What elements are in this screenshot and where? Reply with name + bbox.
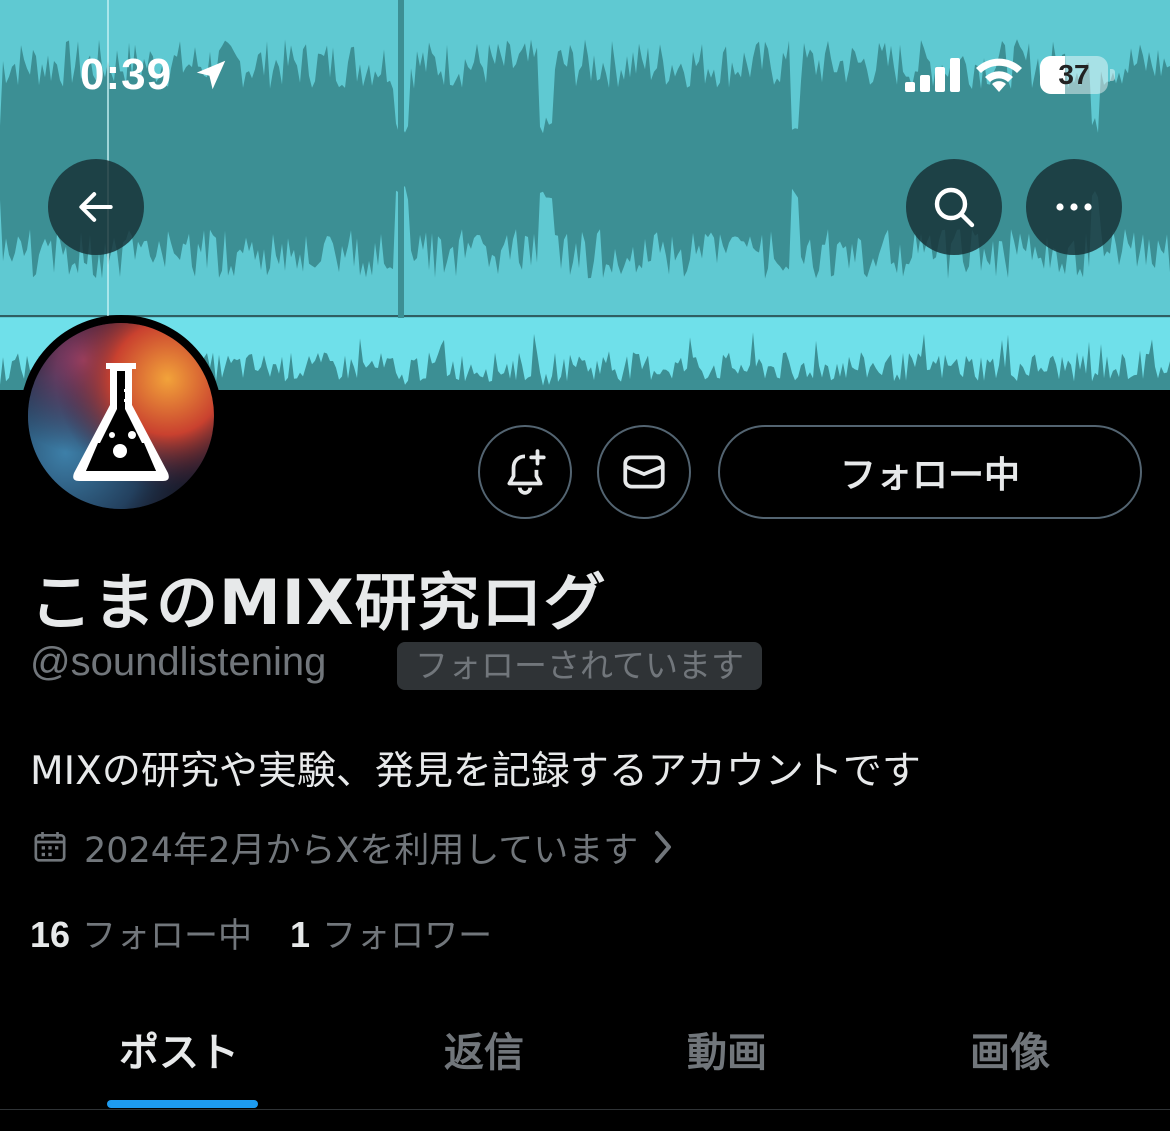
status-time: 0:39: [80, 50, 173, 99]
joined-date-row[interactable]: 2024年2月からXを利用しています: [30, 822, 678, 872]
search-icon: [934, 187, 975, 228]
following-label: フォロー中: [82, 916, 253, 956]
display-name: こまのMIX研究ログ: [30, 566, 607, 639]
flask-avatar-image: [28, 323, 214, 509]
tab-replies[interactable]: 返信: [444, 1020, 524, 1078]
message-button[interactable]: [597, 425, 691, 519]
notifications-button[interactable]: [478, 425, 572, 519]
calendar-icon: [34, 832, 66, 862]
following-button[interactable]: フォロー中: [718, 425, 1142, 519]
location-arrow-icon: [196, 60, 226, 90]
followers-label: フォロワー: [322, 916, 493, 956]
cellular-signal-icon: [905, 58, 960, 92]
follow-stats: 16 フォロー中 1 フォロワー: [30, 908, 492, 957]
following-count: 16: [30, 914, 71, 955]
status-bar: 0:39 37: [0, 0, 1170, 150]
avatar[interactable]: [20, 315, 222, 517]
arrow-left-icon: [79, 192, 113, 222]
search-button[interactable]: [906, 159, 1002, 255]
envelope-icon: [623, 455, 665, 489]
bio: MIXの研究や実験、発見を記録するアカウントです: [30, 749, 921, 794]
wifi-icon: [976, 58, 1022, 92]
joined-date-text: 2024年2月からXを利用しています: [84, 830, 639, 871]
more-options-button[interactable]: [1026, 159, 1122, 255]
follows-you-badge: フォローされています: [397, 642, 763, 690]
active-tab-indicator: [107, 1100, 258, 1108]
handle: @soundlistening: [30, 640, 327, 684]
back-button[interactable]: [48, 159, 144, 255]
followers-count: 1: [290, 914, 311, 955]
tab-videos[interactable]: 動画: [687, 1020, 767, 1078]
tab-posts[interactable]: ポスト: [119, 1020, 239, 1078]
profile-tabs: ポスト 返信 動画 画像: [0, 1000, 1170, 1110]
battery-level-text: 37: [1058, 59, 1090, 90]
chevron-right-icon: [655, 831, 672, 863]
bell-plus-icon: [507, 449, 546, 495]
battery-indicator: 37: [1040, 56, 1116, 94]
following-stat[interactable]: 16 フォロー中: [30, 908, 252, 957]
followers-stat[interactable]: 1 フォロワー: [290, 908, 492, 957]
more-horizontal-icon: [1056, 203, 1092, 211]
tab-images[interactable]: 画像: [970, 1020, 1050, 1078]
